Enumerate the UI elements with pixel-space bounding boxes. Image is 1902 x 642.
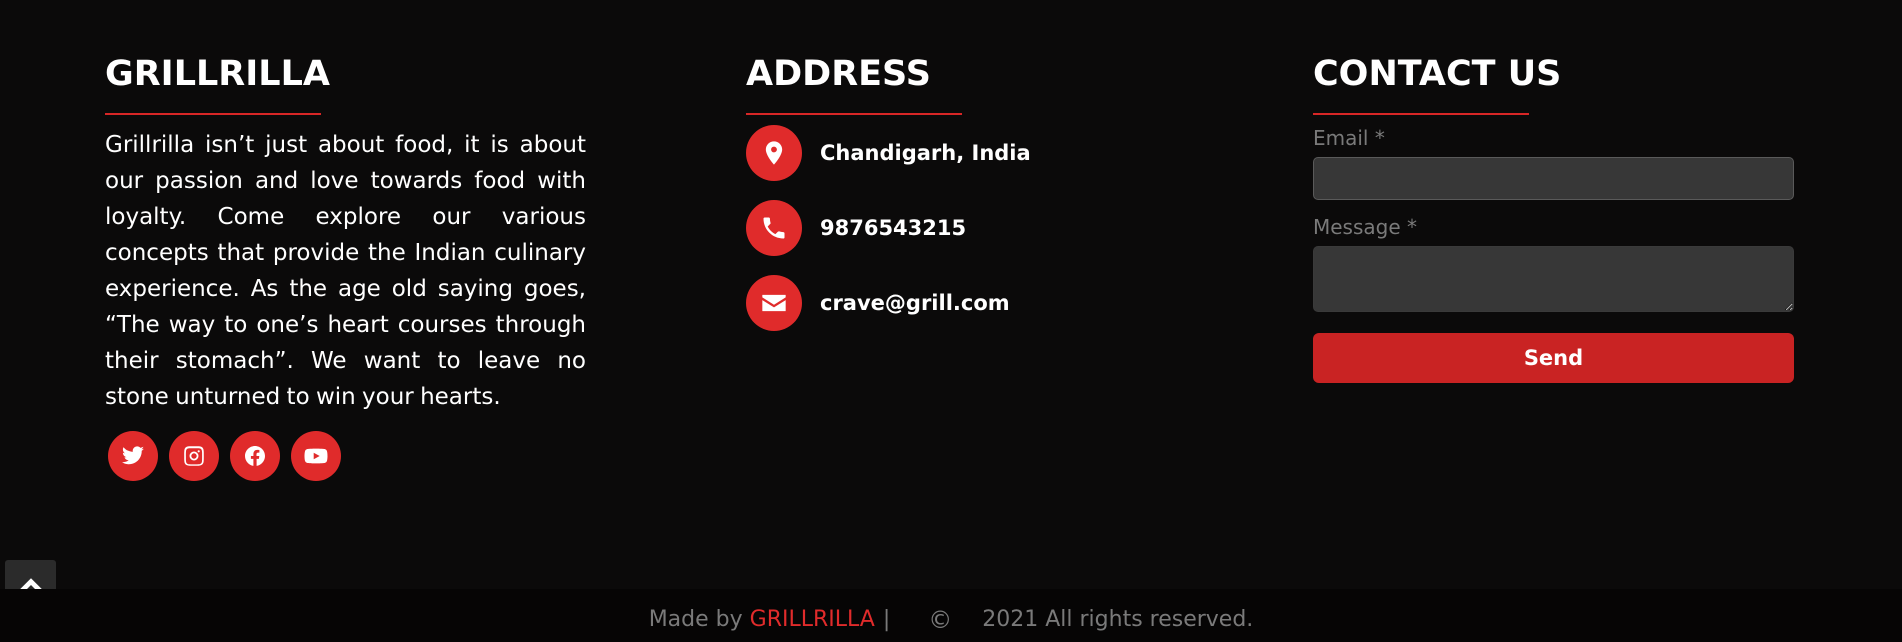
address-phone-text[interactable]: 9876543215 [820,216,966,240]
made-by-text: Made by [648,607,743,632]
address-list: Chandigarh, India 9876543215 crave@grill… [746,125,1166,331]
youtube-link[interactable] [291,431,341,481]
address-location-text: Chandigarh, India [820,141,1031,165]
send-button[interactable]: Send [1313,333,1794,383]
copyright-bar: Made by GRILLRILLA | © 2021 All rights r… [0,589,1902,642]
about-title-underline [105,113,321,115]
about-description: Grillrilla isn’t just about food, it is … [105,132,586,410]
address-title: ADDRESS [746,54,931,94]
location-pin-icon [746,125,802,181]
instagram-link[interactable] [169,431,219,481]
twitter-icon [122,446,144,465]
footer-brand[interactable]: GRILLRILLA [750,607,875,632]
message-label: Message * [1313,215,1418,239]
instagram-icon [184,446,204,466]
about-column: GRILLRILLA Grillrilla isn’t just about f… [105,50,586,481]
youtube-icon [304,448,328,464]
social-links [108,431,586,481]
address-location: Chandigarh, India [746,125,1166,181]
address-column: ADDRESS Chandigarh, India 9876543215 cra… [746,50,1166,350]
message-field[interactable] [1313,246,1794,312]
address-title-underline [746,113,962,115]
facebook-link[interactable] [230,431,280,481]
address-email-text[interactable]: crave@grill.com [820,291,1010,315]
facebook-icon [245,446,265,466]
twitter-link[interactable] [108,431,158,481]
footer-section: GRILLRILLA Grillrilla isn’t just about f… [0,0,1902,642]
phone-icon [746,200,802,256]
address-phone: 9876543215 [746,200,1166,256]
contact-title-underline [1313,113,1529,115]
email-label: Email * [1313,126,1385,150]
contact-form: Email * Message * Send [1313,125,1794,383]
contact-title: CONTACT US [1313,54,1562,94]
email-field[interactable] [1313,157,1794,200]
footer-separator: | [882,607,891,632]
copyright-icon: © [928,605,953,634]
about-title: GRILLRILLA [105,54,330,94]
address-email: crave@grill.com [746,275,1166,331]
envelope-icon [746,275,802,331]
rights-text: 2021 All rights reserved. [982,607,1254,632]
contact-column: CONTACT US Email * Message * Send [1313,50,1794,383]
